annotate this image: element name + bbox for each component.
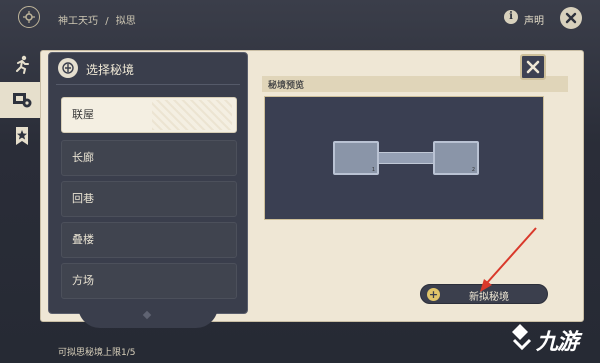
domain-option-1[interactable]: 联屋 xyxy=(61,97,237,133)
new-domain-label: 新拟秘境 xyxy=(469,292,509,303)
watermark-text: 九游 xyxy=(536,330,579,355)
preview-title: 秘境预览 xyxy=(268,81,305,91)
breadcrumb-part-2: 拟思 xyxy=(115,16,136,27)
breadcrumb-separator: / xyxy=(105,16,109,27)
preview-corridor xyxy=(379,152,435,164)
domain-option-4[interactable]: 叠楼 xyxy=(61,222,237,258)
select-panel-title: 选择秘境 xyxy=(86,63,135,77)
rail-item-domain[interactable] xyxy=(0,82,44,118)
rail-item-run[interactable] xyxy=(0,46,44,82)
panel-close-button[interactable] xyxy=(520,54,546,80)
run-icon xyxy=(16,55,29,74)
select-domain-icon xyxy=(58,58,78,78)
room-number: 2 xyxy=(471,167,475,173)
domain-icon xyxy=(13,93,32,108)
tail-ornament xyxy=(142,310,152,320)
info-icon[interactable]: i xyxy=(504,10,518,24)
side-rail xyxy=(0,46,44,156)
select-panel-tail xyxy=(78,306,218,328)
domain-option-2[interactable]: 长廊 xyxy=(61,140,237,176)
domain-option-3[interactable]: 回巷 xyxy=(61,181,237,217)
domain-option-5[interactable]: 方场 xyxy=(61,263,237,299)
domain-limit-text: 可拟思秘境上限1/5 xyxy=(58,348,136,358)
emblem-icon[interactable] xyxy=(18,6,40,28)
divider xyxy=(56,84,240,85)
new-domain-button[interactable]: + 新拟秘境 xyxy=(420,284,548,304)
domain-preview: 1 2 xyxy=(264,96,544,220)
declare-link[interactable]: 声明 xyxy=(524,12,544,27)
rail-item-bookmark[interactable] xyxy=(0,118,44,154)
breadcrumb-part-1: 神工天巧 xyxy=(58,16,98,27)
star-bookmark-icon xyxy=(16,127,28,145)
plus-icon: + xyxy=(427,288,440,301)
close-icon xyxy=(526,60,540,74)
close-icon[interactable] xyxy=(560,7,582,29)
preview-room-right: 2 xyxy=(433,141,479,175)
preview-room-left: 1 xyxy=(333,141,379,175)
breadcrumb: 神工天巧 / 拟思 xyxy=(58,12,140,27)
room-number: 1 xyxy=(371,167,375,173)
